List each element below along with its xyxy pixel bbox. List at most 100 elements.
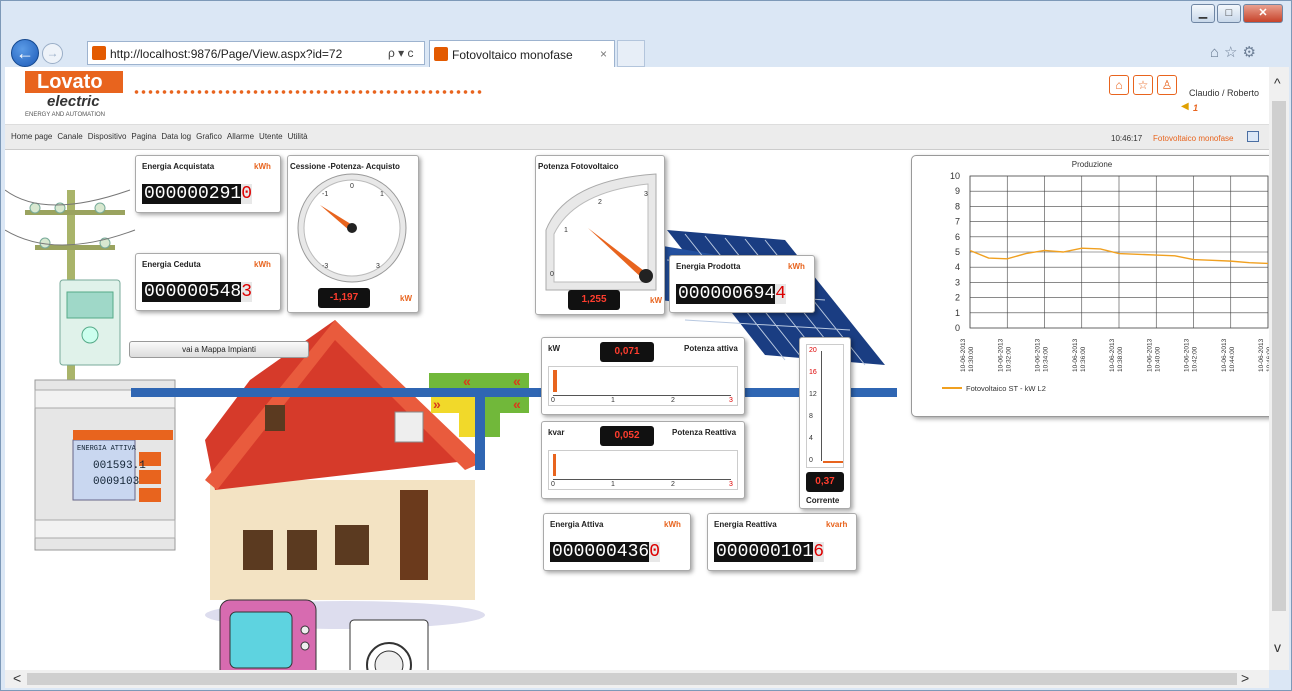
print-icon[interactable] xyxy=(1247,131,1259,142)
map-button[interactable]: vai a Mappa Impianti xyxy=(129,341,309,358)
page-content: Lovato electric ENERGY AND AUTOMATION ⌂ … xyxy=(5,67,1269,670)
slider-tick: 0 xyxy=(551,481,555,488)
menu-item-home[interactable]: Home page xyxy=(11,132,52,141)
decorative-dots xyxy=(133,89,483,95)
slider-label: Potenza Reattiva xyxy=(672,428,737,437)
home-icon[interactable]: ⌂ xyxy=(1109,75,1129,95)
menu-item-allarme[interactable]: Allarme xyxy=(227,132,254,141)
favorite-star-icon[interactable]: ☆ xyxy=(1133,75,1153,95)
scroll-up-icon[interactable]: ^ xyxy=(1274,75,1281,91)
tab-label: Fotovoltaico monofase xyxy=(452,48,573,62)
slider-track: 0 1 2 3 xyxy=(548,366,738,406)
panel-title: Energia Acquistata xyxy=(142,162,215,171)
address-bar[interactable]: http://localhost:9876/Page/View.aspx?id=… xyxy=(87,41,425,65)
scroll-down-icon[interactable]: v xyxy=(1274,639,1281,655)
tab-fotovoltaico[interactable]: Fotovoltaico monofase × xyxy=(429,40,615,67)
din-rail-meter-icon: ENERGIA ATTIVA 001593.1 0009103 xyxy=(34,379,176,551)
counter-digits: 000000291 xyxy=(144,184,242,204)
x-tick-label: 10-06-2013 xyxy=(960,338,967,372)
close-button[interactable]: ✕ xyxy=(1243,4,1283,23)
counter-last-digit: 0 xyxy=(241,184,253,204)
x-tick-label: 10-06-2013 xyxy=(1258,338,1265,372)
browser-toolbar-icons[interactable]: ⌂☆⚙ xyxy=(1210,43,1261,61)
gauge-value: -1,197 xyxy=(318,288,370,308)
panel-unit: kWh xyxy=(254,260,271,269)
tab-close-icon[interactable]: × xyxy=(600,47,607,61)
y-tick-label: 9 xyxy=(955,186,960,196)
dial-tick: 0 xyxy=(350,183,354,190)
flow-arrow-left-1: « xyxy=(463,373,471,389)
back-button[interactable]: ← xyxy=(11,39,39,67)
main-menu: Home page Canale Dispositivo Pagina Data… xyxy=(11,132,313,141)
logo-tagline: ENERGY AND AUTOMATION xyxy=(25,112,106,118)
dial-tick: -3 xyxy=(322,263,328,270)
minimize-button[interactable]: ▁ xyxy=(1191,4,1215,23)
x-tick-label: 10-06-2013 xyxy=(1146,338,1153,372)
vgauge-tick: 0 xyxy=(809,457,813,464)
y-tick-label: 1 xyxy=(955,308,960,318)
flow-arrow-left-2: « xyxy=(513,373,521,389)
menu-item-pagina[interactable]: Pagina xyxy=(131,132,156,141)
slider-tick: 3 xyxy=(729,481,733,488)
current-page-name: Fotovoltaico monofase xyxy=(1153,134,1234,143)
vertical-scroll-thumb[interactable] xyxy=(1272,101,1286,611)
scroll-left-icon[interactable]: < xyxy=(13,670,21,686)
menu-item-canale[interactable]: Canale xyxy=(57,132,82,141)
y-tick-label: 10 xyxy=(950,171,960,181)
slider-tick: 2 xyxy=(671,481,675,488)
panel-corrente: 20 16 12 8 4 0 0,37 Corrente xyxy=(799,337,851,509)
horizontal-scroll-thumb[interactable] xyxy=(27,673,1237,685)
panel-energia-prodotta: Energia Prodotta kWh 000000694 4 xyxy=(669,255,815,313)
menu-item-utilita[interactable]: Utilità xyxy=(288,132,308,141)
browser-window: ▁ □ ✕ ← → http://localhost:9876/Page/Vie… xyxy=(0,0,1292,691)
menu-item-dispositivo[interactable]: Dispositivo xyxy=(88,132,127,141)
logo-electric: electric xyxy=(47,93,100,110)
y-tick-label: 5 xyxy=(955,247,960,257)
flow-arrow-left-3: « xyxy=(513,396,521,412)
slider-tick: 0 xyxy=(551,397,555,404)
gauge-unit: kW xyxy=(400,294,412,303)
user-icon[interactable]: ♙ xyxy=(1157,75,1177,95)
maximize-button[interactable]: □ xyxy=(1217,4,1241,23)
vgauge-tick: 8 xyxy=(809,413,813,420)
vertical-scrollbar[interactable]: ^ v xyxy=(1269,67,1289,670)
tab-favicon-icon xyxy=(434,47,448,61)
menu-item-utente[interactable]: Utente xyxy=(259,132,283,141)
forward-button[interactable]: → xyxy=(42,43,63,64)
counter-digits: 000000694 xyxy=(678,284,776,304)
slider-unit: kvar xyxy=(548,428,565,437)
search-refresh-icons[interactable]: ρ ▾ c xyxy=(388,46,414,60)
counter-last-digit: 6 xyxy=(813,542,825,562)
new-tab-button[interactable] xyxy=(617,40,645,67)
slider-unit: kW xyxy=(548,344,560,353)
energy-counter: 000000548 3 xyxy=(142,282,253,302)
cessione-dial: -1 0 1 -3 3 xyxy=(297,173,407,283)
x-tick-label: 10:38:00 xyxy=(1117,346,1124,372)
slider-tick: 1 xyxy=(611,397,615,404)
corrente-value: 0,37 xyxy=(806,472,844,492)
dial-tick: 2 xyxy=(598,199,602,206)
menu-item-datalog[interactable]: Data log xyxy=(161,132,191,141)
energy-counter: 000000694 4 xyxy=(676,284,787,304)
horizontal-scrollbar[interactable]: < > xyxy=(5,670,1269,688)
slider-fill xyxy=(553,370,558,392)
y-tick-label: 2 xyxy=(955,293,960,303)
x-tick-label: 10:30:00 xyxy=(968,346,975,372)
slider-fill xyxy=(553,454,557,476)
vgauge-tick: 20 xyxy=(809,347,817,354)
lovato-logo[interactable]: Lovato electric ENERGY AND AUTOMATION xyxy=(25,71,123,119)
panel-title: Energia Attiva xyxy=(550,520,604,529)
vgauge-tick: 16 xyxy=(809,369,817,376)
slider-value: 0,052 xyxy=(600,426,654,446)
x-tick-label: 10-06-2013 xyxy=(1109,338,1116,372)
panel-potenza-attiva: kW 0,071 Potenza attiva 0 1 2 3 xyxy=(541,337,745,415)
alarm-bell-icon[interactable]: ◀ xyxy=(1181,101,1189,112)
user-name[interactable]: Claudio / Roberto xyxy=(1189,88,1259,98)
dial-hub xyxy=(347,223,357,233)
scroll-right-icon[interactable]: > xyxy=(1241,670,1249,686)
alarm-count: 1 xyxy=(1193,103,1199,113)
panel-unit: kWh xyxy=(788,262,805,271)
meter-line1: 001593.1 xyxy=(93,460,146,472)
legend-label: Fotovoltaico ST - kW L2 xyxy=(966,384,1046,393)
menu-item-grafico[interactable]: Grafico xyxy=(196,132,222,141)
